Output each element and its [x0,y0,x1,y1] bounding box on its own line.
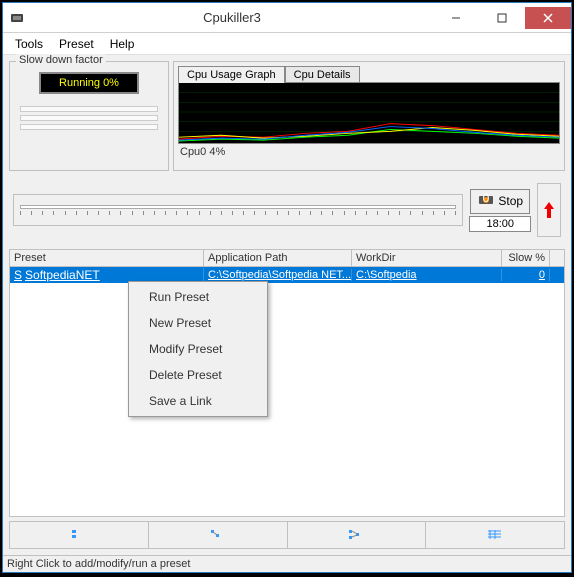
minimize-button[interactable] [433,7,479,29]
cell-workdir: C:\Softpedia [352,269,502,281]
menubar: Tools Preset Help [3,33,571,55]
window-title: Cpukiller3 [31,10,433,25]
bottom-toolbar [9,521,565,549]
header-preset[interactable]: Preset [10,250,204,266]
toolbar-btn-3[interactable] [288,522,427,548]
up-arrow-button[interactable] [537,183,561,237]
time-display: 18:00 [469,216,531,232]
cell-preset: SSoftpediaNET [10,268,204,282]
body: Slow down factor Running 0% Cpu Usage Gr… [3,55,571,555]
grid-header: Preset Application Path WorkDir Slow % [10,250,564,267]
stop-label: Stop [498,194,523,208]
toolbar-btn-2[interactable] [149,522,288,548]
cm-save-link[interactable]: Save a Link [131,388,265,414]
chip-icon: 0 [477,193,495,210]
header-slow[interactable]: Slow % [502,250,550,266]
running-badge: Running 0% [39,72,139,94]
app-icon [9,10,25,26]
slowdown-bar [20,115,158,121]
slowdown-bars [16,106,162,130]
app-window: Cpukiller3 Tools Preset Help Slow down f… [2,2,572,573]
cpu-graph [178,82,560,144]
table-row[interactable]: SSoftpediaNET C:\Softpedia\Softpedia NET… [10,267,564,283]
titlebar: Cpukiller3 [3,3,571,33]
close-button[interactable] [525,7,571,29]
cpu-label: Cpu0 4% [178,144,560,158]
stop-area: 0 Stop 18:00 [469,189,531,232]
slowdown-slider[interactable] [20,205,456,209]
slowdown-bar [20,124,158,130]
slider-ticks [20,211,456,215]
top-row: Slow down factor Running 0% Cpu Usage Gr… [9,61,565,171]
maximize-button[interactable] [479,7,525,29]
cm-new-preset[interactable]: New Preset [131,310,265,336]
menu-help[interactable]: Help [102,35,143,53]
header-path[interactable]: Application Path [204,250,352,266]
statusbar: Right Click to add/modify/run a preset [3,555,571,572]
preset-grid: Preset Application Path WorkDir Slow % S… [9,249,565,517]
menu-tools[interactable]: Tools [7,35,51,53]
slowdown-group: Slow down factor Running 0% [9,61,169,171]
stop-button[interactable]: 0 Stop [470,189,530,214]
svg-text:0: 0 [483,193,490,205]
grid-body[interactable]: SSoftpediaNET C:\Softpedia\Softpedia NET… [10,267,564,516]
tabs: Cpu Usage Graph Cpu Details [178,66,560,83]
header-workdir[interactable]: WorkDir [352,250,502,266]
tab-cpu-details[interactable]: Cpu Details [285,66,360,83]
slowdown-bar [20,106,158,112]
cm-delete-preset[interactable]: Delete Preset [131,362,265,388]
cell-path: C:\Softpedia\Softpedia NET... [204,269,352,281]
toolbar-btn-4[interactable] [426,522,564,548]
graph-group: Cpu Usage Graph Cpu Details [173,61,565,171]
tab-cpu-usage[interactable]: Cpu Usage Graph [178,66,285,83]
menu-preset[interactable]: Preset [51,35,102,53]
cell-slow: 0 [502,269,550,281]
slider-container [13,194,463,226]
slider-row: 0 Stop 18:00 [9,175,565,245]
toolbar-btn-1[interactable] [10,522,149,548]
window-buttons [433,7,571,29]
cm-run-preset[interactable]: Run Preset [131,284,265,310]
slowdown-title: Slow down factor [16,54,106,66]
context-menu: Run Preset New Preset Modify Preset Dele… [128,281,268,417]
cm-modify-preset[interactable]: Modify Preset [131,336,265,362]
